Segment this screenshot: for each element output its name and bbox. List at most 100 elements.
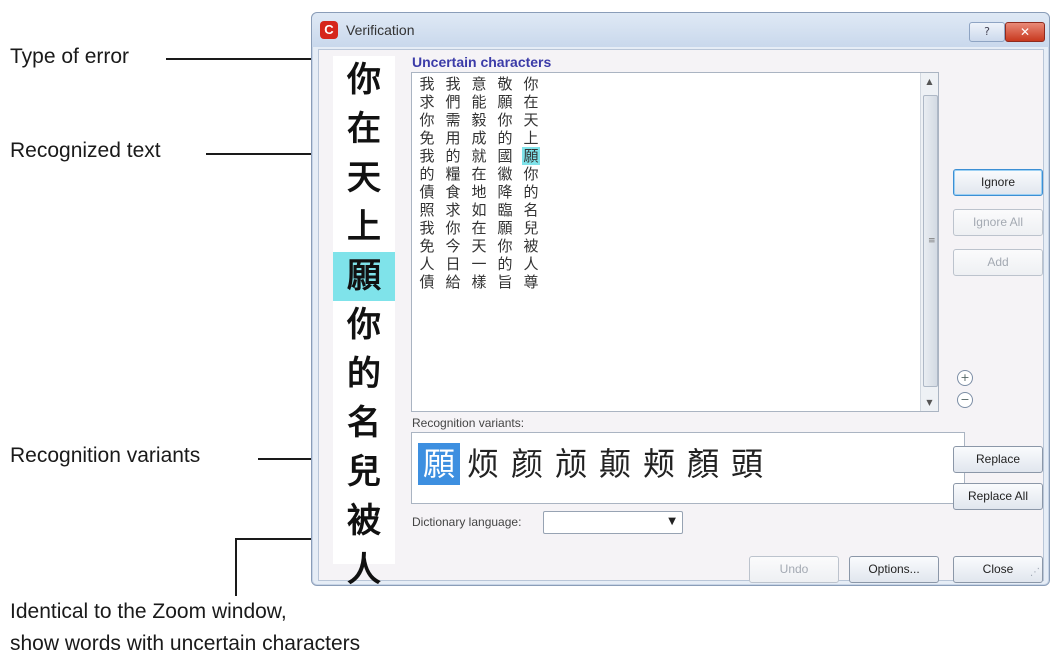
text-char[interactable]: 你 <box>444 219 462 237</box>
text-char[interactable]: 臨 <box>496 201 514 219</box>
text-char[interactable]: 求 <box>418 93 436 111</box>
text-column: 我們需用的糧食求你今日給 <box>444 75 462 291</box>
undo-button[interactable]: Undo <box>749 556 839 583</box>
text-char[interactable]: 兒 <box>522 219 540 237</box>
text-char[interactable]: 給 <box>444 273 462 291</box>
text-char[interactable]: 的 <box>418 165 436 183</box>
recognized-text-area[interactable]: 你在天上願你的名兒被人尊敬願你的國徽降臨願你的旨意能毅成就在地如在天一樣我們需用… <box>411 72 939 412</box>
text-char[interactable]: 願 <box>522 147 540 165</box>
callout-type-of-error: Type of error <box>10 45 130 68</box>
ignore-all-button[interactable]: Ignore All <box>953 209 1043 236</box>
text-char[interactable]: 的 <box>496 255 514 273</box>
variant-item[interactable]: 颜 <box>506 443 548 485</box>
text-char[interactable]: 上 <box>522 129 540 147</box>
text-char[interactable]: 毅 <box>470 111 488 129</box>
variant-item[interactable]: 頭 <box>726 443 768 485</box>
text-char[interactable]: 人 <box>522 255 540 273</box>
add-button[interactable]: Add <box>953 249 1043 276</box>
text-char[interactable]: 用 <box>444 129 462 147</box>
scroll-down-icon[interactable]: ▼ <box>921 394 938 411</box>
callout-zoom-note: Identical to the Zoom window, show words… <box>10 596 360 660</box>
text-char[interactable]: 地 <box>470 183 488 201</box>
variant-item[interactable]: 顏 <box>682 443 724 485</box>
text-char[interactable]: 旨 <box>496 273 514 291</box>
variant-item[interactable]: 願 <box>418 443 460 485</box>
text-char[interactable]: 債 <box>418 273 436 291</box>
text-char[interactable]: 照 <box>418 201 436 219</box>
text-char[interactable]: 能 <box>470 93 488 111</box>
text-char[interactable]: 債 <box>418 183 436 201</box>
text-char[interactable]: 願 <box>496 93 514 111</box>
callout-recognized-text: Recognized text <box>10 139 161 162</box>
callout-line-zoom-vertical <box>235 538 237 596</box>
variant-item[interactable]: 颠 <box>594 443 636 485</box>
text-char[interactable]: 你 <box>496 111 514 129</box>
text-char[interactable]: 敬 <box>496 75 514 93</box>
options-button[interactable]: Options... <box>849 556 939 583</box>
variants-list: 願烦颜颃颠颊顏頭 <box>418 443 768 485</box>
replace-button[interactable]: Replace <box>953 446 1043 473</box>
callout-zoom-note-line1: Identical to the Zoom window, <box>10 600 287 623</box>
zoom-out-icon[interactable]: − <box>957 392 973 408</box>
callout-zoom-note-line2: show words with uncertain characters <box>10 632 361 655</box>
title-bar[interactable]: C Verification ? ✕ <box>312 13 1049 47</box>
text-char[interactable]: 需 <box>444 111 462 129</box>
variant-item[interactable]: 烦 <box>462 443 504 485</box>
text-char[interactable]: 一 <box>470 255 488 273</box>
text-char[interactable]: 你 <box>418 111 436 129</box>
text-char[interactable]: 徽 <box>496 165 514 183</box>
zoom-in-icon[interactable]: + <box>957 370 973 386</box>
text-char[interactable]: 的 <box>444 147 462 165</box>
text-char[interactable]: 今 <box>444 237 462 255</box>
text-char[interactable]: 你 <box>522 75 540 93</box>
text-char[interactable]: 在 <box>470 219 488 237</box>
text-char[interactable]: 你 <box>522 165 540 183</box>
text-char[interactable]: 降 <box>496 183 514 201</box>
ignore-button[interactable]: Ignore <box>953 169 1043 196</box>
text-column: 敬願你的國徽降臨願你的旨 <box>496 75 514 291</box>
scroll-thumb[interactable]: ≡ <box>923 95 938 387</box>
text-char[interactable]: 我 <box>418 147 436 165</box>
text-char[interactable]: 免 <box>418 129 436 147</box>
text-char[interactable]: 們 <box>444 93 462 111</box>
text-char[interactable]: 日 <box>444 255 462 273</box>
variant-item[interactable]: 颃 <box>550 443 592 485</box>
text-column: 意能毅成就在地如在天一樣 <box>470 75 488 291</box>
text-scrollbar[interactable]: ▲ ≡ ▼ <box>920 73 938 411</box>
text-char[interactable]: 天 <box>522 111 540 129</box>
help-button[interactable]: ? <box>969 22 1005 42</box>
text-char[interactable]: 天 <box>470 237 488 255</box>
text-char[interactable]: 在 <box>522 93 540 111</box>
text-char[interactable]: 尊 <box>522 273 540 291</box>
text-char[interactable]: 求 <box>444 201 462 219</box>
text-char[interactable]: 免 <box>418 237 436 255</box>
text-char[interactable]: 被 <box>522 237 540 255</box>
resize-grip-icon[interactable]: ⋰ <box>1030 567 1040 578</box>
text-char[interactable]: 如 <box>470 201 488 219</box>
variant-item[interactable]: 颊 <box>638 443 680 485</box>
window-title: Verification <box>346 22 415 38</box>
scroll-grip-icon: ≡ <box>928 236 936 246</box>
text-char[interactable]: 我 <box>444 75 462 93</box>
text-char[interactable]: 意 <box>470 75 488 93</box>
text-char[interactable]: 成 <box>470 129 488 147</box>
text-char[interactable]: 的 <box>522 183 540 201</box>
text-char[interactable]: 就 <box>470 147 488 165</box>
text-char[interactable]: 國 <box>496 147 514 165</box>
text-char[interactable]: 名 <box>522 201 540 219</box>
text-char[interactable]: 願 <box>496 219 514 237</box>
text-char[interactable]: 在 <box>470 165 488 183</box>
dictionary-language-select[interactable]: ▼ <box>543 511 683 534</box>
scroll-up-icon[interactable]: ▲ <box>921 73 938 90</box>
text-char[interactable]: 你 <box>496 237 514 255</box>
text-char[interactable]: 我 <box>418 75 436 93</box>
close-window-button[interactable]: ✕ <box>1005 22 1045 42</box>
text-char[interactable]: 人 <box>418 255 436 273</box>
text-char[interactable]: 糧 <box>444 165 462 183</box>
text-char[interactable]: 食 <box>444 183 462 201</box>
text-char[interactable]: 樣 <box>470 273 488 291</box>
replace-all-button[interactable]: Replace All <box>953 483 1043 510</box>
text-char[interactable]: 我 <box>418 219 436 237</box>
recognition-variants-label: Recognition variants: <box>412 416 525 430</box>
text-char[interactable]: 的 <box>496 129 514 147</box>
